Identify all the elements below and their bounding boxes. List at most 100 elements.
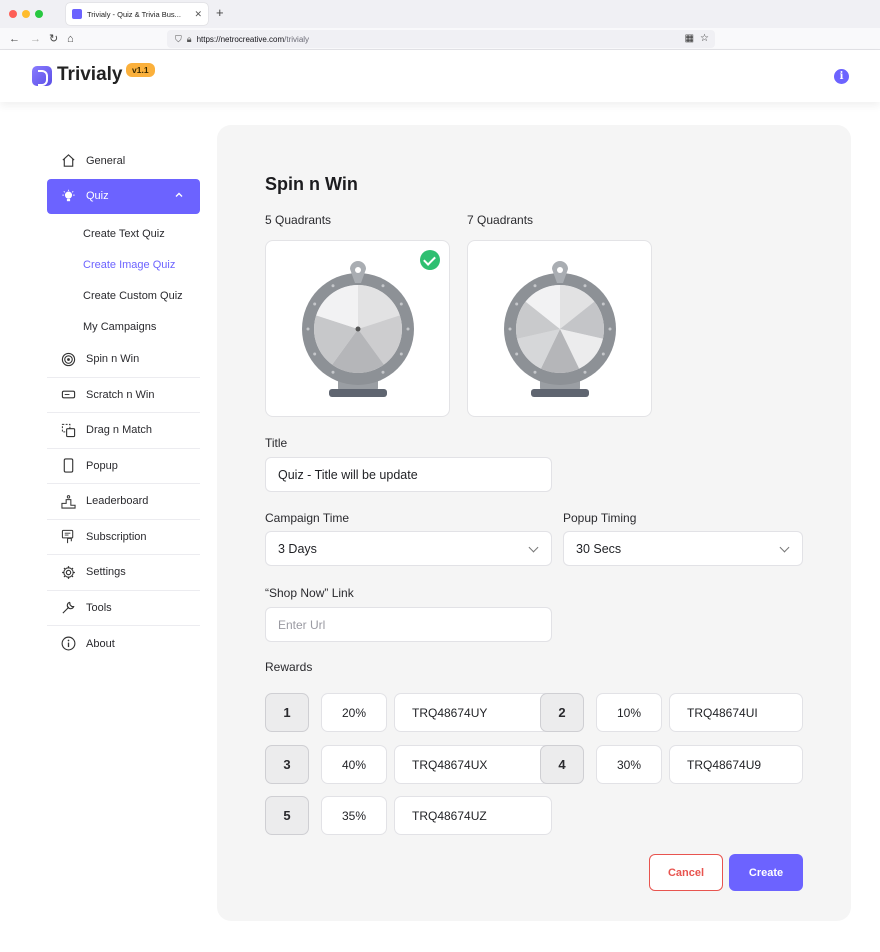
sidebar-item-label: Tools [86,601,112,614]
quad5-label: 5 Quadrants [265,213,332,227]
sidebar-item-label: About [86,637,115,650]
sidebar-item-label: Quiz [86,190,109,203]
campaign-time-label: Campaign Time [265,511,350,525]
reward-number: 1 [265,693,309,732]
sidebar-item-label: Drag n Match [86,424,153,437]
sidebar-item-label: Scratch n Win [86,388,155,401]
campaign-time-value: 3 Days [278,541,317,556]
reward-number: 4 [540,745,584,784]
sidebar-item-label: Popup [86,459,118,472]
popup-timing-select[interactable]: 30 Secs [563,531,803,566]
sidebar-item-label: Leaderboard [86,495,149,508]
spin-n-win-panel: Spin n Win 5 Quadrants 7 Quadrants Title… [217,125,851,921]
reward-percent-input[interactable]: 10% [596,693,662,732]
bookmark-star-icon[interactable]: ☆ [700,33,709,44]
subscription-icon [60,529,76,545]
wrench-icon [60,600,76,616]
quadrant-5-card[interactable] [265,240,450,417]
sidebar-item-scratch-n-win[interactable]: Scratch n Win [47,378,200,413]
logo-icon [32,66,52,86]
sidebar-item-tools[interactable]: Tools [47,591,200,626]
sidebar-item-settings[interactable]: Settings [47,555,200,591]
sidebar-item-spin-n-win[interactable]: Spin n Win [47,342,200,378]
sidebar-item-subscription[interactable]: Subscription [47,520,200,555]
gear-icon [60,564,76,580]
tab-close-icon[interactable]: ✕ [194,9,202,20]
reload-icon[interactable]: ↻ [49,32,58,46]
quadrant-7-card[interactable] [467,240,652,417]
submenu-create-custom-quiz[interactable]: Create Custom Quiz [83,280,200,311]
sidebar: General Quiz Create Text Quiz Create Ima… [47,143,200,662]
reward-code-input[interactable]: TRQ48674UX [394,745,552,784]
sidebar-item-quiz[interactable]: Quiz [47,178,200,214]
sidebar-item-label: Spin n Win [86,353,140,366]
back-icon[interactable]: ← [9,32,20,46]
chevron-down-icon [779,542,790,553]
rewards-label: Rewards [265,660,313,674]
info-icon [60,636,76,652]
lock-icon: 🔒︎ [186,33,192,44]
reward-percent-input[interactable]: 30% [596,745,662,784]
campaign-time-select[interactable]: 3 Days [265,531,552,566]
quad7-label: 7 Quadrants [467,213,534,227]
submenu-create-image-quiz[interactable]: Create Image Quiz [83,249,200,280]
sidebar-item-label: Settings [86,566,126,579]
create-button[interactable]: Create [729,854,803,891]
sidebar-item-popup[interactable]: Popup [47,449,200,484]
reward-code-input[interactable]: TRQ48674UZ [394,796,552,835]
quiz-submenu: Create Text Quiz Create Image Quiz Creat… [47,214,200,342]
shield-icon: ⛉ [175,33,182,44]
shop-link-input[interactable]: Enter Url [265,607,552,642]
app-header: Trivialy v1.1 i [0,50,880,102]
reward-percent-input[interactable]: 20% [321,693,387,732]
chevron-down-icon [528,542,539,553]
spin-wheel-5-icon [302,261,414,397]
forward-icon[interactable]: → [30,32,41,46]
target-icon [60,351,76,367]
lightbulb-icon [60,188,76,204]
reward-code-input[interactable]: TRQ48674U9 [669,745,803,784]
qr-icon[interactable]: ▦ [685,33,694,44]
reward-percent-input[interactable]: 40% [321,745,387,784]
sidebar-item-leaderboard[interactable]: Leaderboard [47,484,200,520]
shop-link-label: “Shop Now” Link [265,586,354,600]
podium-icon [60,493,76,509]
browser-tab[interactable]: Trivialy - Quiz & Trivia Bus... ✕ [66,3,208,25]
spin-wheel-7-icon [504,261,616,397]
favicon-icon [72,9,82,19]
window-minimize-button[interactable] [22,10,30,18]
info-icon[interactable]: i [834,69,849,84]
title-input[interactable]: Quiz - Title will be update [265,457,552,492]
reward-number: 3 [265,745,309,784]
drag-icon [60,422,76,438]
tab-title: Trivialy - Quiz & Trivia Bus... [87,9,181,19]
browser-nav-bar: ← → ↻ ⌂ ⛉ 🔒︎ https://netrocreative.com/t… [0,28,880,50]
sidebar-item-label: General [86,154,126,167]
url-text: https://netrocreative.com/trivialy [196,34,310,44]
sidebar-item-about[interactable]: About [47,626,200,662]
window-zoom-button[interactable] [35,10,43,18]
cancel-button[interactable]: Cancel [649,854,723,891]
phone-icon [60,458,76,474]
popup-timing-value: 30 Secs [576,541,622,556]
chevron-up-icon [174,190,184,203]
sidebar-item-general[interactable]: General [47,143,200,179]
ticket-icon [60,387,76,403]
home-icon[interactable]: ⌂ [67,32,74,46]
version-badge: v1.1 [126,63,155,77]
sidebar-item-drag-n-match[interactable]: Drag n Match [47,413,200,449]
address-bar[interactable]: ⛉ 🔒︎ https://netrocreative.com/trivialy … [167,30,715,48]
reward-code-input[interactable]: TRQ48674UI [669,693,803,732]
popup-timing-label: Popup Timing [563,511,637,525]
selected-check-icon [420,250,440,270]
reward-percent-input[interactable]: 35% [321,796,387,835]
reward-number: 5 [265,796,309,835]
submenu-create-text-quiz[interactable]: Create Text Quiz [83,218,200,249]
page-title: Spin n Win [265,174,358,194]
reward-number: 2 [540,693,584,732]
new-tab-button[interactable]: + [216,6,224,20]
sidebar-item-label: Subscription [86,530,147,543]
reward-code-input[interactable]: TRQ48674UY [394,693,552,732]
window-close-button[interactable] [9,10,17,18]
submenu-my-campaigns[interactable]: My Campaigns [83,311,200,342]
